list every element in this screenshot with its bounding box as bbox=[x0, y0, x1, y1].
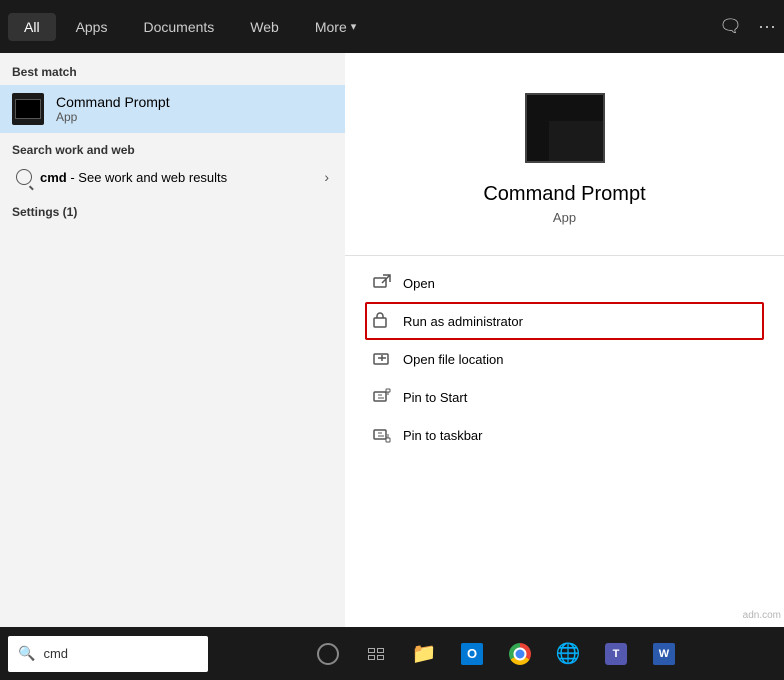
divider bbox=[345, 255, 784, 256]
search-web-label: Search work and web bbox=[12, 143, 333, 157]
action-open[interactable]: Open bbox=[365, 264, 764, 302]
action-list: Open Run as administrator bbox=[345, 264, 784, 454]
pin-taskbar-icon bbox=[373, 426, 391, 444]
command-prompt-icon-inner bbox=[15, 99, 41, 119]
pin-start-icon bbox=[373, 388, 391, 406]
search-web-text: cmd - See work and web results bbox=[40, 170, 227, 185]
pin-to-start-label: Pin to Start bbox=[403, 390, 467, 405]
file-location-icon bbox=[373, 350, 391, 368]
action-run-as-admin[interactable]: Run as administrator bbox=[365, 302, 764, 340]
main-content: Best match Command Prompt App Search wor… bbox=[0, 53, 784, 680]
search-web-section: Search work and web cmd - See work and w… bbox=[0, 133, 345, 195]
nav-right: 🗨 ··· bbox=[719, 16, 776, 37]
app-subtitle: App bbox=[553, 210, 576, 225]
open-file-location-label: Open file location bbox=[403, 352, 503, 367]
start-circle-icon bbox=[317, 643, 339, 665]
chevron-down-icon: ▾ bbox=[351, 20, 357, 33]
tab-apps[interactable]: Apps bbox=[60, 13, 124, 41]
top-nav: All Apps Documents Web More ▾ 🗨 ··· bbox=[0, 0, 784, 53]
chrome-button[interactable] bbox=[498, 632, 542, 676]
right-panel: Command Prompt App Open bbox=[345, 53, 784, 680]
tab-web[interactable]: Web bbox=[234, 13, 295, 41]
chevron-right-icon: › bbox=[324, 169, 329, 185]
action-pin-to-start[interactable]: Pin to Start bbox=[365, 378, 764, 416]
settings-label: Settings (1) bbox=[12, 205, 333, 219]
app-icon-large bbox=[525, 93, 605, 163]
search-box-text: cmd bbox=[43, 646, 68, 661]
result-name: Command Prompt bbox=[56, 94, 170, 110]
tab-documents[interactable]: Documents bbox=[127, 13, 230, 41]
watermark: adn.com bbox=[740, 609, 784, 622]
result-type: App bbox=[56, 110, 170, 124]
edge-button[interactable]: 🌐 bbox=[546, 632, 590, 676]
command-prompt-icon bbox=[12, 93, 44, 125]
open-icon bbox=[373, 274, 391, 292]
result-item-command-prompt[interactable]: Command Prompt App bbox=[0, 85, 345, 133]
folder-icon: 📁 bbox=[412, 641, 437, 666]
task-view-button[interactable] bbox=[354, 632, 398, 676]
more-options-icon[interactable]: ··· bbox=[758, 16, 776, 37]
pin-to-taskbar-label: Pin to taskbar bbox=[403, 428, 483, 443]
teams-button[interactable]: T bbox=[594, 632, 638, 676]
taskbar-center: 📁 O 🌐 T W bbox=[306, 632, 686, 676]
search-web-icon bbox=[16, 169, 32, 185]
tab-more[interactable]: More ▾ bbox=[299, 13, 372, 41]
taskbar: 🔍 cmd 📁 O bbox=[0, 627, 784, 680]
word-icon: W bbox=[653, 643, 675, 665]
open-label: Open bbox=[403, 276, 435, 291]
chrome-icon bbox=[509, 643, 531, 665]
outlook-icon: O bbox=[461, 643, 483, 665]
edge-icon: 🌐 bbox=[556, 641, 581, 666]
word-button[interactable]: W bbox=[642, 632, 686, 676]
outlook-button[interactable]: O bbox=[450, 632, 494, 676]
best-match-label: Best match bbox=[0, 53, 345, 85]
search-box-icon: 🔍 bbox=[18, 645, 35, 662]
feedback-icon[interactable]: 🗨 bbox=[719, 16, 742, 37]
file-explorer-button[interactable]: 📁 bbox=[402, 632, 446, 676]
task-view-icon bbox=[368, 648, 384, 660]
left-panel: Best match Command Prompt App Search wor… bbox=[0, 53, 345, 680]
action-open-file-location[interactable]: Open file location bbox=[365, 340, 764, 378]
tab-all[interactable]: All bbox=[8, 13, 56, 41]
taskbar-search-box[interactable]: 🔍 cmd bbox=[8, 636, 208, 672]
app-title: Command Prompt bbox=[483, 183, 645, 206]
action-pin-to-taskbar[interactable]: Pin to taskbar bbox=[365, 416, 764, 454]
admin-icon bbox=[373, 312, 391, 330]
settings-section: Settings (1) bbox=[0, 195, 345, 229]
run-as-admin-label: Run as administrator bbox=[403, 314, 523, 329]
start-button[interactable] bbox=[306, 632, 350, 676]
result-text: Command Prompt App bbox=[56, 94, 170, 124]
search-web-item[interactable]: cmd - See work and web results › bbox=[12, 163, 333, 191]
teams-icon: T bbox=[605, 643, 627, 665]
